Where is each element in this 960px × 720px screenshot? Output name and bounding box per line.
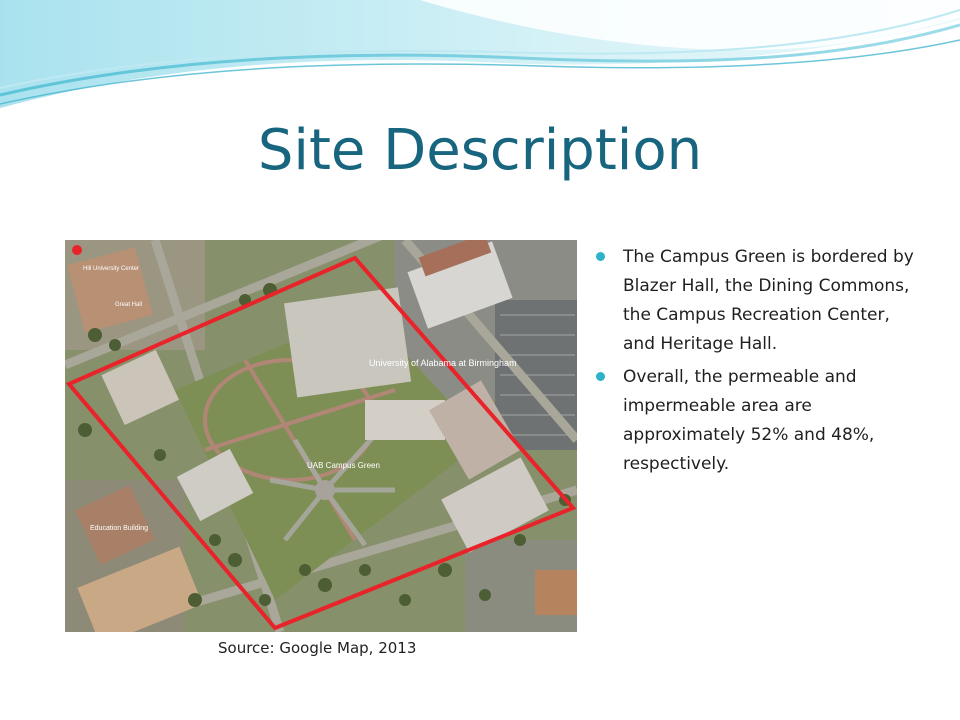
bullet-item: The Campus Green is bordered by Blazer H… [596, 243, 916, 359]
bullet-text: Overall, the permeable and impermeable a… [623, 367, 875, 474]
bullet-list: The Campus Green is bordered by Blazer H… [596, 243, 916, 483]
bullet-item: Overall, the permeable and impermeable a… [596, 363, 916, 479]
bullet-dot-icon [596, 252, 605, 261]
bullet-text: The Campus Green is bordered by Blazer H… [623, 247, 914, 354]
map-label-hill-center: Hill University Center [83, 266, 139, 272]
bullet-dot-icon [596, 372, 605, 381]
map-label-campus-green: UAB Campus Green [307, 461, 380, 470]
map-pin-icon [72, 245, 82, 255]
map-label-great-hall: Great Hall [115, 302, 142, 308]
header-wave-decoration [0, 0, 960, 108]
map-label-uab: University of Alabama at Birmingham [369, 358, 517, 368]
map-label-education: Education Building [90, 525, 148, 532]
slide-title: Site Description [257, 118, 703, 183]
campus-aerial-map: University of Alabama at Birmingham UAB … [65, 240, 577, 632]
source-caption: Source: Google Map, 2013 [218, 639, 417, 657]
